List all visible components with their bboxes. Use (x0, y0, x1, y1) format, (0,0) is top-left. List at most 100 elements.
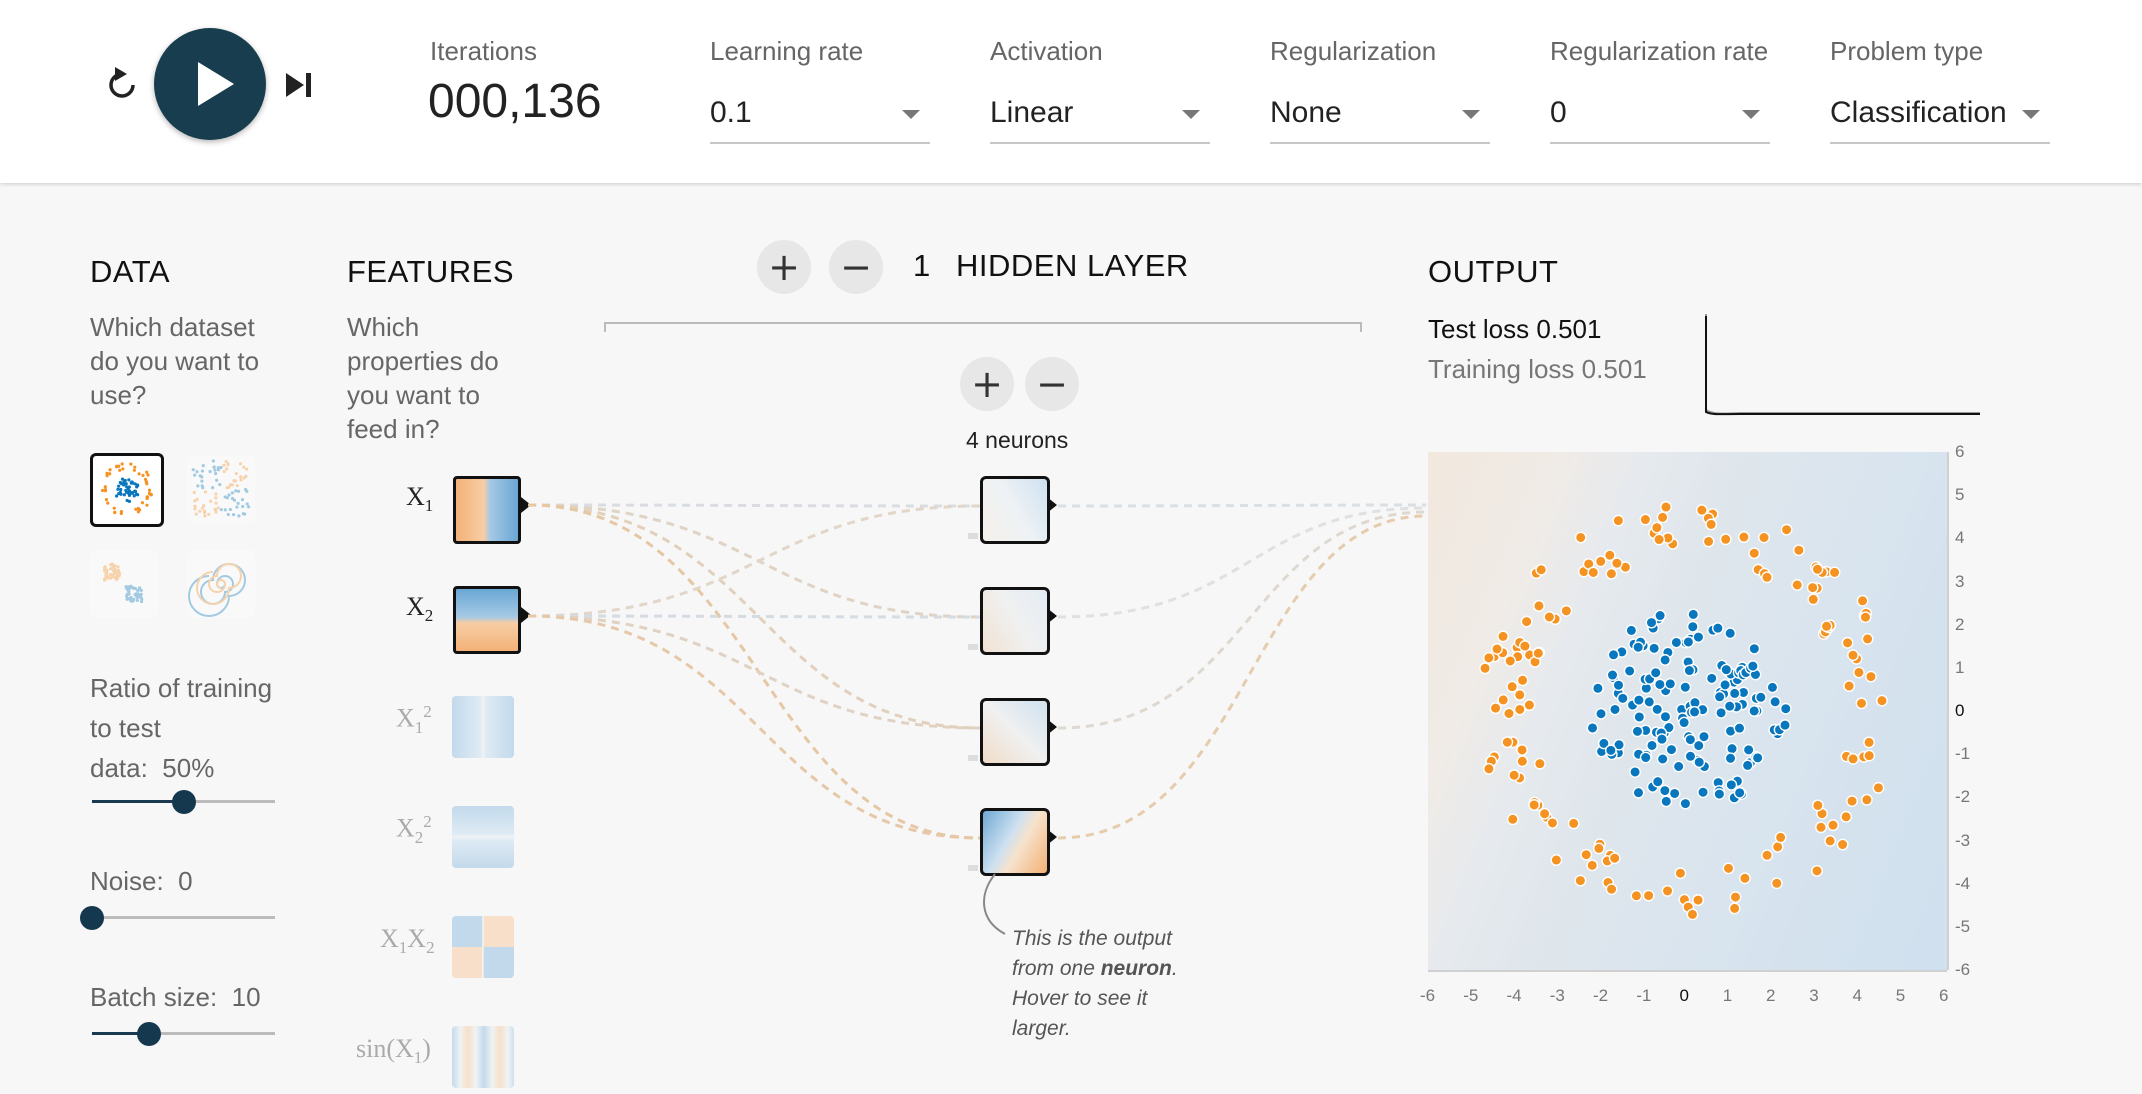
data-point (1728, 687, 1741, 700)
x-tick-label: 4 (1852, 986, 1862, 1005)
data-point (1733, 722, 1746, 735)
data-point (1713, 690, 1726, 703)
data-point (1769, 695, 1782, 708)
training-loss: Training loss 0.501 (1428, 354, 1647, 384)
data-point (1560, 604, 1573, 617)
data-point (1748, 547, 1761, 560)
data-point (1651, 775, 1664, 788)
neuron-1-output-arrow (1047, 497, 1057, 513)
data-point (1630, 889, 1643, 902)
y-tick-label: -2 (1955, 787, 1971, 807)
data-point (1692, 894, 1704, 906)
data-point (1724, 627, 1737, 640)
data-point (1811, 563, 1824, 576)
data-point (1766, 681, 1779, 694)
data-point (1591, 682, 1604, 695)
data-point (1724, 752, 1737, 765)
data-point (1482, 651, 1495, 664)
loss-chart (1705, 314, 1980, 416)
data-point (1674, 867, 1687, 880)
data-point (1503, 707, 1515, 720)
data-point (1863, 749, 1876, 762)
data-point (1751, 751, 1764, 764)
link-x1-n2 (527, 503, 981, 619)
x-tick-label: -2 (1593, 986, 1609, 1005)
data-point (1513, 703, 1526, 716)
neuron-hint-note: This is the output from one neuron. Hove… (1012, 927, 1178, 1040)
data-point (1843, 680, 1856, 692)
data-point (1705, 672, 1718, 685)
data-point (1815, 821, 1827, 834)
data-point (1606, 669, 1619, 681)
neuron-1[interactable] (980, 476, 1050, 544)
data-point (1550, 854, 1563, 866)
output-heatmap[interactable] (1428, 452, 1947, 970)
data-point (1532, 647, 1545, 660)
data-point (1792, 544, 1805, 557)
data-point (1642, 889, 1655, 902)
neuron-2[interactable] (980, 587, 1050, 655)
output-points (1479, 501, 1888, 921)
neuron-3-bias (968, 755, 978, 761)
data-point (1811, 864, 1823, 877)
data-point (1646, 739, 1658, 752)
data-point (1567, 817, 1580, 830)
data-point (1489, 702, 1502, 715)
data-point (1679, 681, 1692, 694)
data-point (1726, 742, 1738, 755)
data-point (1737, 531, 1750, 543)
callout-curve (983, 873, 1006, 935)
x-tick-label: 0 (1679, 986, 1689, 1005)
data-point (1692, 631, 1705, 643)
y-tick-label: 1 (1955, 657, 1965, 677)
data-point (1483, 762, 1495, 775)
data-point (1623, 665, 1636, 677)
link-n1-out (1057, 503, 1427, 508)
y-tick-label: -3 (1955, 830, 1971, 850)
data-point (1594, 555, 1607, 568)
data-point (1543, 611, 1556, 623)
data-point (1720, 663, 1733, 676)
data-point (1479, 662, 1491, 675)
data-point (1672, 760, 1685, 773)
data-point (1639, 751, 1652, 764)
data-point (1761, 571, 1773, 584)
data-point (1713, 788, 1726, 800)
data-point (1587, 566, 1600, 579)
data-point (1697, 786, 1709, 799)
data-point (1609, 703, 1621, 716)
link-x1-n4 (527, 503, 981, 840)
data-point (1686, 620, 1699, 633)
data-point (1650, 521, 1663, 534)
data-point (1580, 848, 1593, 861)
link-x2-n1 (527, 504, 981, 618)
data-point (1733, 786, 1746, 799)
data-point (1660, 501, 1672, 513)
data-point (1729, 891, 1742, 904)
data-point (1516, 744, 1528, 756)
neuron-3[interactable] (980, 698, 1050, 766)
data-point (1616, 692, 1629, 705)
data-point (1546, 817, 1559, 829)
data-point (1656, 733, 1668, 746)
data-point (1806, 581, 1819, 594)
neuron-2-bias (968, 644, 978, 650)
data-point (1497, 693, 1510, 706)
data-point (1807, 593, 1820, 606)
x-tick-label: -5 (1463, 986, 1479, 1005)
neuron-4[interactable] (980, 808, 1050, 876)
y-axis-line (1947, 452, 1949, 970)
data-point (1625, 624, 1638, 637)
data-point (1683, 664, 1696, 677)
y-tick-label: 0 (1955, 701, 1965, 721)
link-n4-out (1057, 514, 1427, 840)
data-point (1754, 691, 1767, 704)
link-x2-n2 (527, 614, 981, 619)
data-point (1632, 641, 1645, 654)
data-point (1827, 819, 1839, 832)
data-point (1820, 620, 1833, 633)
data-point (1741, 759, 1754, 772)
data-point (1670, 636, 1683, 649)
data-point (1847, 753, 1859, 765)
data-point (1722, 862, 1735, 875)
